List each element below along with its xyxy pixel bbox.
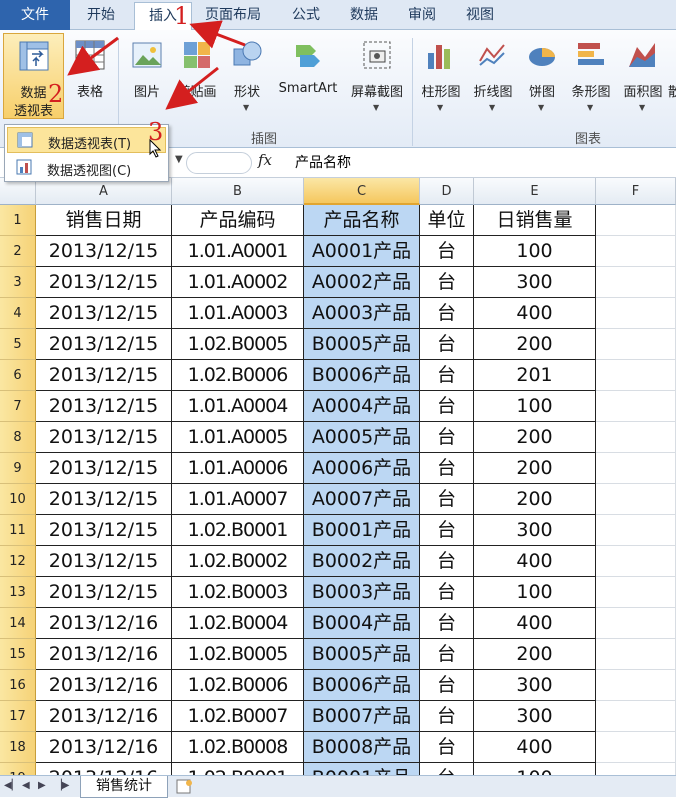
- arrow-to-insert-tab: [189, 20, 246, 49]
- annotation-arrows: [67, 20, 246, 110]
- arrow-to-pivot-menu: [165, 66, 219, 110]
- arrow-to-pivot-button: [67, 36, 119, 76]
- annotation-step-3: 3: [148, 118, 164, 146]
- annotation-step-1: 1: [174, 2, 190, 30]
- annotation-step-2: 2: [48, 80, 64, 108]
